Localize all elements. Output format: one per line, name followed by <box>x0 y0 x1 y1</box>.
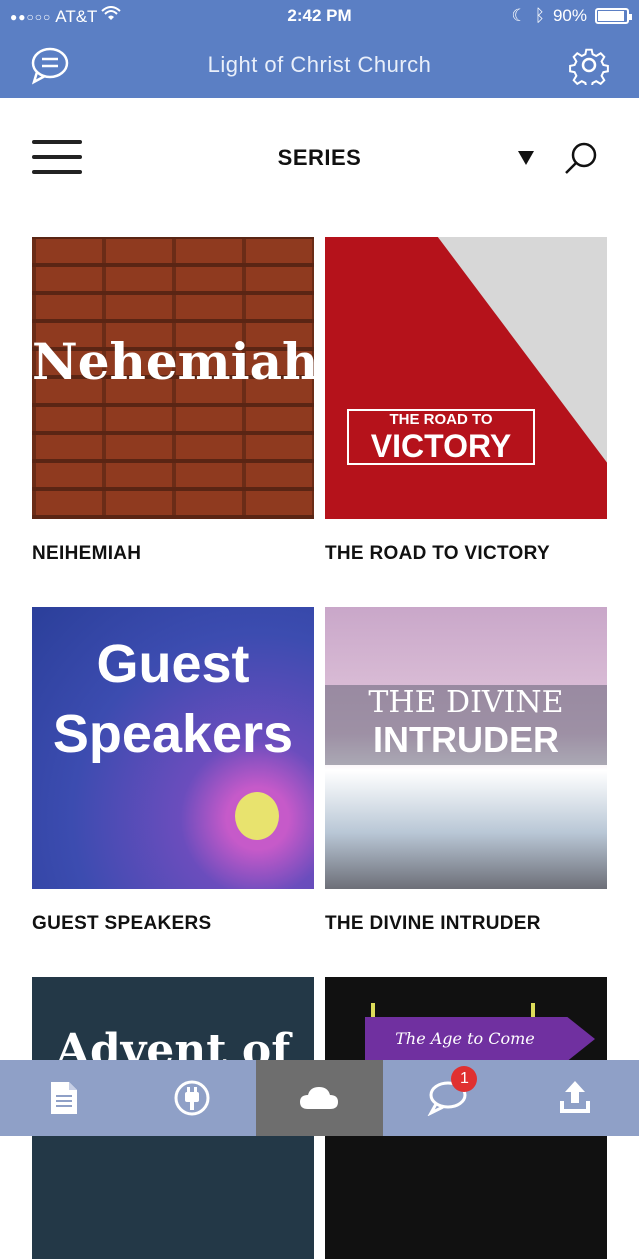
page-title: SERIES <box>277 145 362 170</box>
thumbnail-text: Speakers <box>52 704 294 764</box>
notification-badge: 1 <box>451 1066 478 1092</box>
settings-button[interactable] <box>569 45 609 89</box>
battery-icon <box>595 8 632 24</box>
series-card-nehemiah[interactable]: Nehemiah NEIHEMIAH <box>32 237 314 564</box>
menu-line <box>32 140 82 144</box>
app-title: Light of Christ Church <box>207 52 432 77</box>
thumbnail-text: VICTORY <box>370 428 512 464</box>
tab-notes[interactable] <box>0 1060 128 1136</box>
tab-messages[interactable]: 1 <box>383 1060 511 1136</box>
bottom-tab-bar: 1 <box>0 1060 639 1136</box>
thumbnail-text: THE ROAD TO <box>383 411 499 428</box>
tab-give[interactable] <box>511 1060 639 1136</box>
thumbnail-text: INTRUDER <box>373 719 559 760</box>
cloud-icon <box>300 1087 339 1109</box>
plug-icon <box>174 1080 210 1116</box>
dropdown-toggle[interactable] <box>517 150 535 166</box>
series-label[interactable]: GUEST SPEAKERS <box>32 913 211 935</box>
tab-media[interactable] <box>255 1060 384 1136</box>
spotlight-dot <box>235 792 279 840</box>
series-thumbnail[interactable]: Guest Speakers <box>32 607 314 889</box>
tab-connect[interactable] <box>128 1060 256 1136</box>
moon-icon: ☾ <box>511 6 527 25</box>
thumbnail-text: The Age to Come <box>395 1029 535 1048</box>
series-card-guest-speakers[interactable]: Guest Speakers GUEST SPEAKERS <box>32 607 314 934</box>
series-card-road-to-victory[interactable]: THE ROAD TO VICTORY THE ROAD TO VICTORY <box>325 237 607 564</box>
series-card-divine-intruder[interactable]: THE DIVINE INTRUDER THE DIVINE INTRUDER <box>325 607 607 934</box>
search-button[interactable] <box>562 140 600 178</box>
bluetooth-icon: ᛒ <box>534 6 545 25</box>
series-thumbnail[interactable]: Nehemiah <box>32 237 314 519</box>
search-icon <box>565 142 597 174</box>
thumbnail-title-box: THE ROAD TO VICTORY <box>347 409 535 465</box>
app-header: ●●○○○ AT&T 2:42 PM ☾ ᛒ 90% Light of Chri… <box>0 0 639 98</box>
battery-percent: 90% <box>552 6 587 25</box>
series-thumbnail[interactable]: THE DIVINE INTRUDER <box>325 607 607 889</box>
thumbnail-text: THE DIVINE <box>368 685 564 720</box>
upload-icon <box>560 1081 591 1113</box>
thumbnail-text: Guest <box>96 634 250 694</box>
thumbnail-text: Nehemiah <box>32 332 314 391</box>
status-bar: ●●○○○ AT&T 2:42 PM ☾ ᛒ 90% <box>0 0 639 32</box>
series-thumbnail[interactable]: THE ROAD TO VICTORY <box>325 237 607 519</box>
series-label[interactable]: NEIHEMIAH <box>32 543 141 565</box>
gear-icon <box>569 48 609 89</box>
series-label[interactable]: THE DIVINE INTRUDER <box>325 913 541 935</box>
series-label[interactable]: THE ROAD TO VICTORY <box>325 543 550 565</box>
document-icon <box>50 1082 77 1114</box>
triangle-down-icon <box>518 151 534 165</box>
